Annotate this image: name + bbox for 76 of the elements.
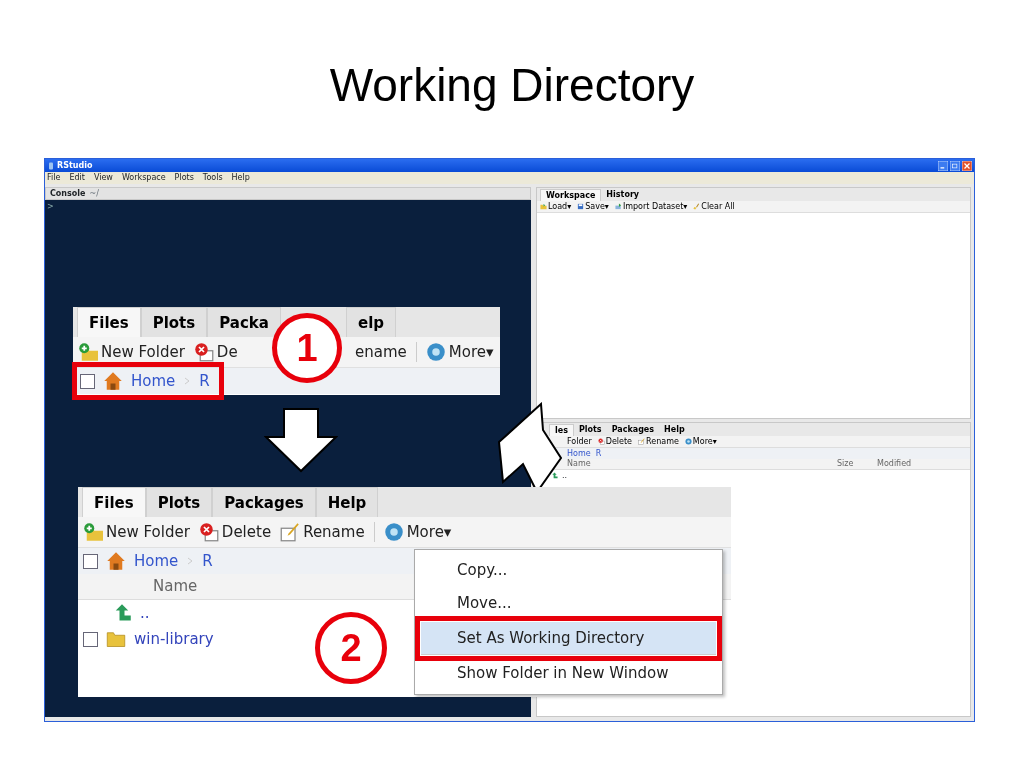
folder-icon [540, 203, 547, 210]
toolbar-button[interactable]: More▾ [684, 437, 717, 446]
checkbox[interactable] [83, 553, 98, 569]
import-icon [614, 203, 622, 210]
breadcrumb-link[interactable]: Home [567, 447, 591, 460]
new-folder-icon [78, 342, 98, 362]
toolbar-button[interactable]: Folder [567, 437, 592, 446]
toolbar-button[interactable]: Import Dataset▾ [614, 202, 688, 211]
menu-item[interactable]: Edit [69, 172, 85, 184]
toolbar-button[interactable]: More▾ [425, 340, 494, 364]
menu-item[interactable]: Plots [174, 172, 194, 184]
menu-item[interactable]: Help [231, 172, 250, 184]
tab[interactable]: History [601, 189, 645, 201]
toolbar-button[interactable]: Delete [198, 520, 272, 544]
toolbar-button[interactable]: New Folder [83, 520, 190, 544]
tab[interactable]: Plots [573, 424, 607, 436]
file-name[interactable]: .. [562, 469, 568, 482]
delete-icon [198, 522, 219, 542]
breadcrumb-link[interactable]: R [199, 369, 210, 393]
toolbar-button[interactable]: Save▾ [577, 202, 609, 211]
file-name[interactable]: win-library [134, 627, 214, 651]
minimize-icon [938, 160, 948, 171]
tab[interactable]: Files [82, 487, 146, 517]
tab[interactable]: Workspace [540, 189, 602, 201]
breadcrumb-link[interactable]: Home [134, 549, 179, 573]
pane-title: Console [50, 187, 86, 200]
window-title: RStudio [57, 159, 94, 172]
toolbar-button[interactable]: De [193, 340, 238, 364]
up-arrow-icon [551, 472, 558, 479]
menu-item[interactable]: Copy... [421, 554, 716, 587]
console-path: ~/ [89, 187, 99, 200]
column-header: Name [153, 576, 198, 598]
breadcrumb-link[interactable]: Home [131, 369, 176, 393]
rename-icon [280, 522, 301, 542]
tab[interactable]: Plots [145, 487, 213, 517]
checkbox[interactable] [83, 631, 98, 647]
home-icon [103, 371, 123, 391]
menu-item[interactable]: Tools [202, 172, 223, 184]
delete-icon [193, 342, 214, 362]
tab[interactable]: Plots [140, 307, 208, 337]
breadcrumb-link[interactable]: R [595, 447, 602, 460]
toolbar-button[interactable]: ename [355, 340, 407, 364]
column-header: Name [567, 458, 592, 470]
folder-icon [106, 629, 126, 649]
tab[interactable]: Packages [606, 424, 660, 436]
tab[interactable]: Help [315, 487, 379, 517]
tab[interactable]: elp [346, 307, 397, 337]
file-name[interactable]: .. [140, 601, 150, 625]
home-icon [106, 551, 126, 571]
toolbar-button[interactable]: Delete [597, 437, 633, 446]
column-header: Size [837, 458, 855, 470]
close-icon [962, 160, 972, 171]
menu-item[interactable]: Show Folder in New Window [421, 657, 716, 690]
toolbar-button[interactable]: New Folder [78, 340, 185, 364]
toolbar-button[interactable]: More▾ [383, 520, 452, 544]
app-icon [47, 161, 55, 170]
console-prompt: > [47, 202, 54, 211]
breadcrumb-link[interactable]: R [202, 549, 213, 573]
tab[interactable]: les [549, 424, 574, 436]
broom-icon [693, 203, 701, 210]
tab[interactable]: Packages [212, 487, 316, 517]
slide-title: Working Directory [328, 58, 696, 113]
checkbox[interactable] [80, 373, 95, 389]
toolbar-button[interactable]: Clear All [693, 202, 735, 211]
tab[interactable]: Help [659, 424, 690, 436]
menu-item[interactable]: Workspace [121, 172, 166, 184]
tab[interactable]: Packa [207, 307, 281, 337]
menu-item[interactable]: File [47, 172, 61, 184]
menu-item[interactable]: View [93, 172, 113, 184]
new-folder-icon [83, 522, 103, 542]
column-header: Modified [877, 458, 912, 470]
toolbar-button[interactable]: Rename [280, 520, 365, 544]
toolbar-button[interactable]: Rename [638, 437, 679, 446]
restore-icon [950, 160, 960, 171]
toolbar-button[interactable]: Load▾ [540, 202, 572, 211]
tab[interactable]: Files [77, 307, 141, 337]
